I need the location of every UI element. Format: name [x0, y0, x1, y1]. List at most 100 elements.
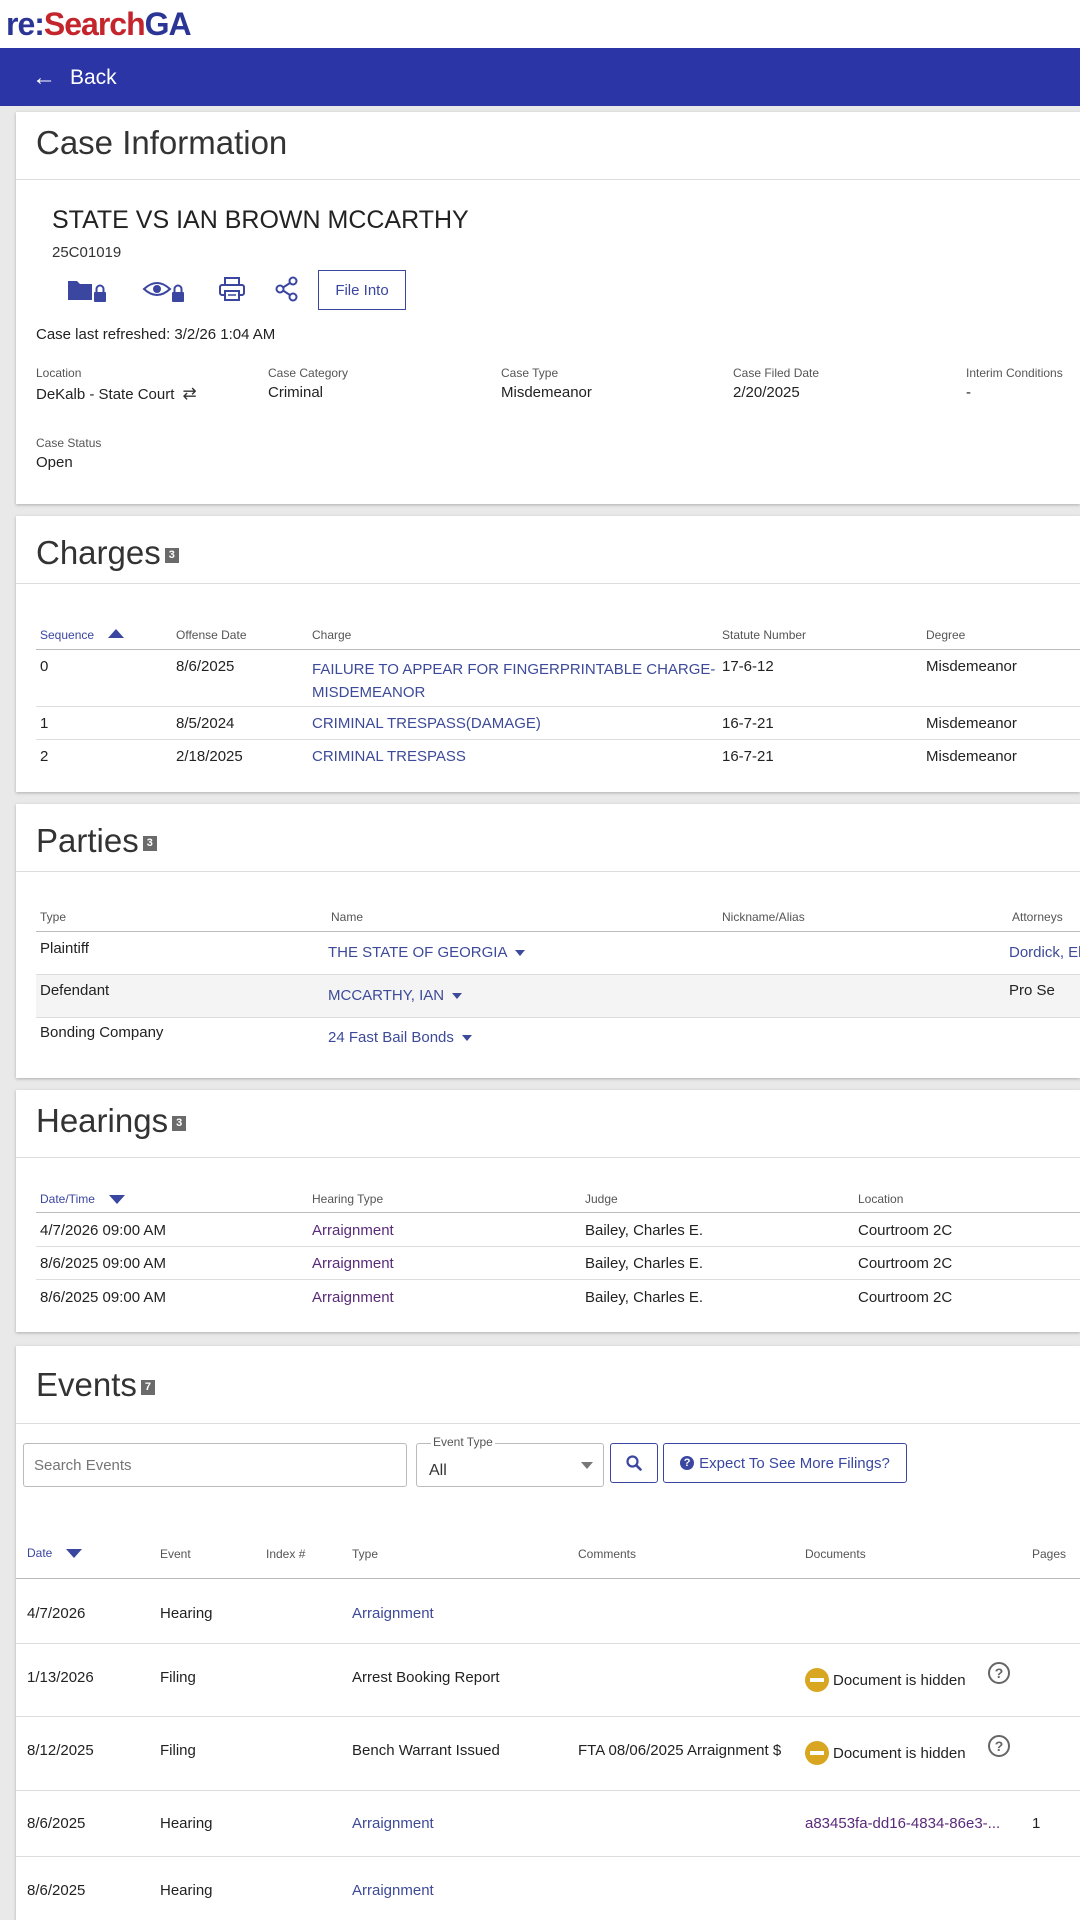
event-type: Bench Warrant Issued [352, 1742, 500, 1759]
back-button[interactable]: ← Back [32, 64, 117, 92]
column-header-statute: Statute Number [722, 628, 807, 642]
events-header: Events 7 [16, 1346, 1080, 1424]
folder-lock-button[interactable] [66, 278, 110, 309]
hearing-judge: Bailey, Charles E. [585, 1222, 704, 1239]
charge-link[interactable]: CRIMINAL TRESPASS [312, 748, 466, 765]
column-header-date[interactable]: Date [27, 1546, 83, 1560]
section-title: Parties 3 [36, 822, 157, 860]
event-kind: Hearing [160, 1815, 213, 1832]
event-date: 8/6/2025 [27, 1882, 86, 1899]
hearings-header: Hearings 3 [16, 1090, 1080, 1158]
case-status-label: Case Status [36, 436, 102, 450]
event-comments: FTA 08/06/2025 Arraignment $ [578, 1742, 782, 1759]
count-badge: 3 [142, 836, 157, 851]
hearing-type-link[interactable]: Arraignment [312, 1255, 394, 1272]
column-header-date-time[interactable]: Date/Time [40, 1192, 125, 1206]
column-header-offense-date: Offense Date [176, 628, 247, 642]
column-header-charge: Charge [312, 628, 352, 642]
event-type-link[interactable]: Arraignment [352, 1815, 434, 1832]
column-header-degree: Degree [926, 628, 966, 642]
party-name-dropdown[interactable]: MCCARTHY, IAN [328, 987, 463, 1004]
event-type: Arrest Booking Report [352, 1669, 500, 1686]
help-icon[interactable]: ? [988, 1662, 1010, 1684]
charge-statute: 16-7-21 [722, 715, 774, 732]
print-button[interactable] [218, 276, 246, 307]
research-ga-logo[interactable]: re:SearchGA [6, 6, 192, 43]
column-header-comments: Comments [578, 1547, 637, 1561]
hearing-location: Courtroom 2C [858, 1255, 953, 1272]
swap-arrows-icon[interactable]: ⇄ [182, 384, 196, 404]
event-type-label: Event Type [431, 1435, 495, 1449]
section-title: Charges 3 [36, 534, 179, 572]
charge-link[interactable]: FAILURE TO APPEAR FOR FINGERPRINTABLE CH… [312, 658, 715, 704]
arrow-left-icon: ← [32, 64, 56, 91]
event-type-link[interactable]: Arraignment [352, 1882, 434, 1899]
column-header-pages: Pages [1032, 1547, 1067, 1561]
charge-link[interactable]: CRIMINAL TRESPASS(DAMAGE) [312, 715, 541, 732]
count-badge: 3 [172, 1116, 187, 1131]
hearing-location: Courtroom 2C [858, 1222, 953, 1239]
back-label: Back [70, 66, 117, 89]
sort-descending-icon [108, 1195, 125, 1205]
event-type-value: All [429, 1462, 447, 1479]
event-type-select[interactable]: Event Type All [416, 1435, 604, 1487]
document-link[interactable]: a83453fa-dd16-4834-86e3-... [805, 1815, 1000, 1832]
party-type: Defendant [40, 982, 110, 999]
event-pages: 1 [1032, 1815, 1041, 1832]
hearing-datetime: 4/7/2026 09:00 AM [40, 1222, 166, 1239]
party-attorney-link[interactable]: Dordick, El [1009, 944, 1080, 961]
count-badge: 7 [140, 1380, 156, 1395]
charge-sequence: 2 [40, 748, 49, 765]
charge-degree: Misdemeanor [926, 715, 1017, 732]
column-header-type: Type [352, 1547, 379, 1561]
event-type-link[interactable]: Arraignment [352, 1605, 434, 1622]
parties-card: Parties 3 Type Name Nickname/Alias Attorn… [16, 804, 1080, 1078]
hearings-card: Hearings 3 Date/Time Hearing Type Judge L… [16, 1090, 1080, 1332]
interim-conditions-value: - [966, 384, 971, 401]
events-card: Events7 Event Type All ? Expect To See M… [16, 1346, 1080, 1920]
case-status-value: Open [36, 454, 73, 471]
charge-sequence: 0 [40, 658, 49, 675]
search-events-input[interactable] [23, 1443, 407, 1487]
file-into-button[interactable]: File Into [318, 270, 406, 310]
expect-more-filings-button[interactable]: ? Expect To See More Filings? [663, 1443, 907, 1483]
case-type-value: Misdemeanor [501, 384, 592, 401]
share-button[interactable] [274, 276, 300, 307]
document-hidden: Document is hidden [805, 1741, 966, 1765]
case-type-label: Case Type [501, 366, 559, 380]
sort-ascending-icon [108, 629, 125, 638]
event-kind: Filing [160, 1742, 196, 1759]
folder-lock-icon [68, 281, 106, 302]
charges-card: Charges 3 Sequence Offense Date Charge St… [16, 516, 1080, 792]
case-category-value: Criminal [268, 384, 324, 401]
hearing-type-link[interactable]: Arraignment [312, 1289, 394, 1306]
charge-offense-date: 8/5/2024 [176, 715, 235, 732]
column-header-type: Type [40, 910, 67, 924]
view-lock-button[interactable] [142, 278, 190, 309]
party-attorney: Pro Se [1009, 982, 1055, 999]
top-bar: re:SearchGA [0, 0, 1080, 48]
location-value: DeKalb - State Court ⇄ [36, 384, 197, 404]
event-date: 8/6/2025 [27, 1815, 86, 1832]
hearing-judge: Bailey, Charles E. [585, 1255, 704, 1272]
caret-down-icon [515, 950, 526, 957]
column-header-alias: Nickname/Alias [722, 910, 805, 924]
charges-header: Charges 3 [16, 516, 1080, 584]
column-header-sequence[interactable]: Sequence [40, 628, 125, 642]
case-information-card: Case Information STATE VS IAN BROWN MCCA… [16, 112, 1080, 504]
charge-offense-date: 8/6/2025 [176, 658, 235, 675]
party-name-dropdown[interactable]: THE STATE OF GEORGIA [328, 944, 526, 961]
party-name-dropdown[interactable]: 24 Fast Bail Bonds [328, 1029, 472, 1046]
hearing-location: Courtroom 2C [858, 1289, 953, 1306]
case-filed-date-value: 2/20/2025 [733, 384, 800, 401]
section-title: Case Information [36, 124, 288, 161]
hearing-type-link[interactable]: Arraignment [312, 1222, 394, 1239]
charge-statute: 17-6-12 [722, 658, 774, 675]
no-entry-icon [805, 1741, 829, 1765]
help-icon[interactable]: ? [988, 1735, 1010, 1757]
event-date: 8/12/2025 [27, 1742, 94, 1759]
search-button[interactable] [610, 1443, 658, 1483]
count-badge: 3 [164, 548, 179, 563]
charge-statute: 16-7-21 [722, 748, 774, 765]
caret-down-icon [452, 993, 463, 1000]
